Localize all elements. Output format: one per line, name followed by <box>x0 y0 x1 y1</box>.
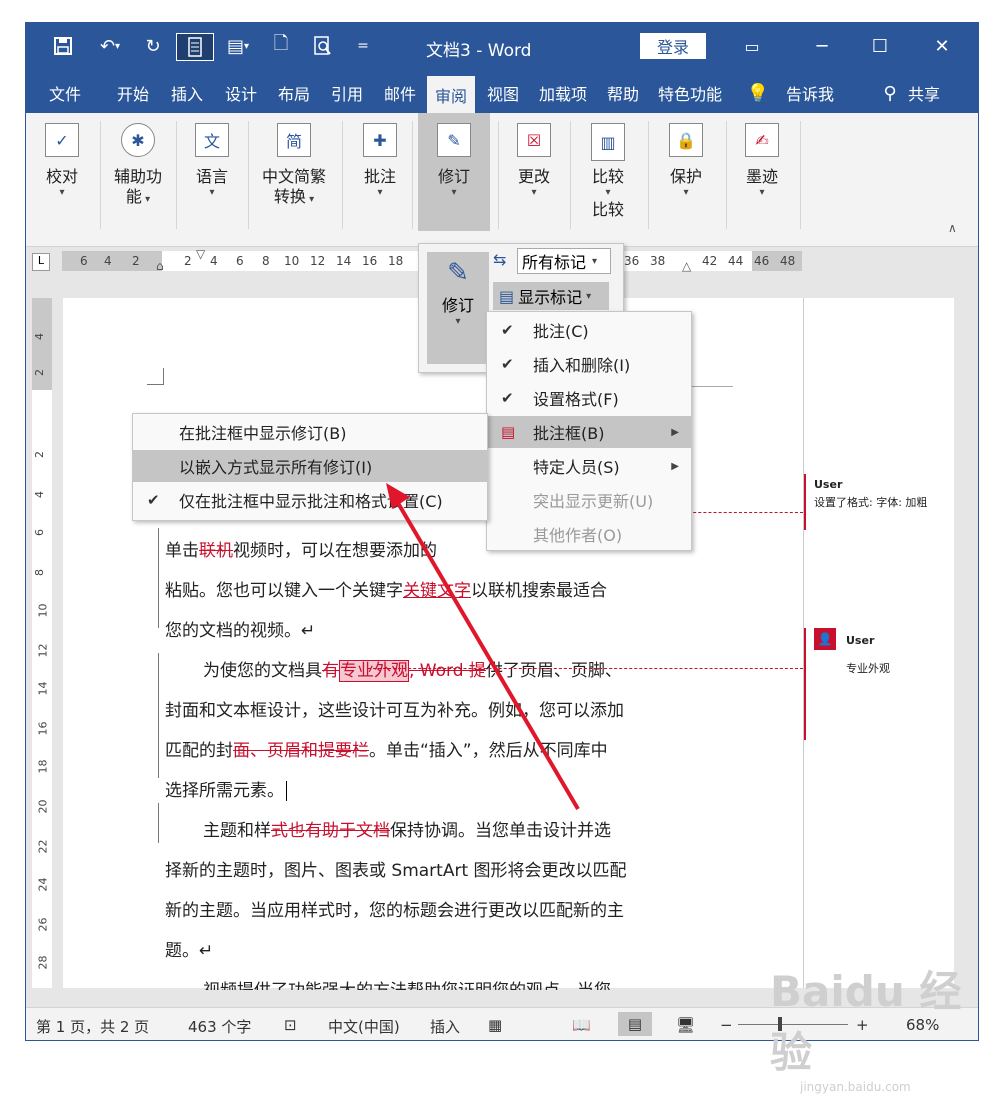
zoom-out-button[interactable]: − <box>720 1016 733 1034</box>
read-mode-icon[interactable]: 📖 <box>572 1016 591 1034</box>
macro-icon[interactable]: ▦ <box>488 1016 502 1034</box>
baidu-watermark: Baidu 经验 jingyan.baidu.com <box>770 967 962 1094</box>
word-count[interactable]: 463 个字 <box>188 1016 251 1037</box>
page-count[interactable]: 第 1 页，共 2 页 <box>36 1016 149 1037</box>
annotation-arrow <box>386 483 580 811</box>
insert-mode[interactable]: 插入 <box>430 1016 460 1037</box>
proofing-status-icon[interactable]: ⊡ <box>284 1016 297 1034</box>
print-layout-icon[interactable]: ▤ <box>618 1012 652 1036</box>
web-layout-icon[interactable]: 🖥 <box>676 1016 695 1034</box>
word-window: ↶ ▾ ↻ ▤ ▾ 🗋 = 文档3 - Word 登录 ▭ ─ ☐ ✕ 文件 开始 … <box>25 22 979 1041</box>
language-status[interactable]: 中文(中国) <box>328 1016 400 1037</box>
